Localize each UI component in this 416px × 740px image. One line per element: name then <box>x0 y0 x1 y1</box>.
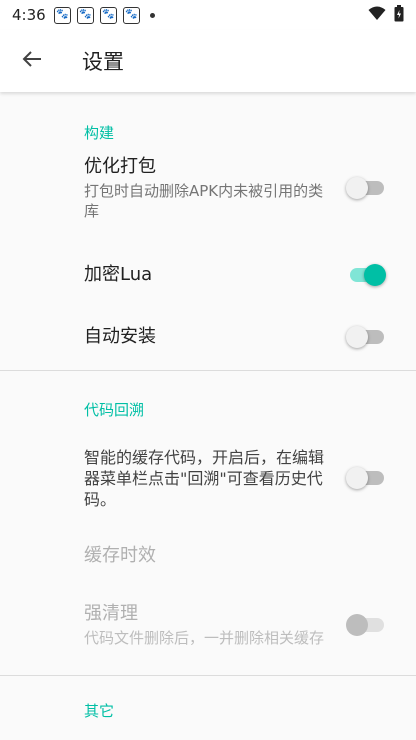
more-notifications-dot <box>149 12 155 18</box>
battery-icon <box>394 4 404 26</box>
section-header-other: 其它 <box>84 701 115 720</box>
smart-cache-switch[interactable] <box>346 464 386 492</box>
paw-icon: 🐾 <box>99 6 117 24</box>
pref-force-clean: 强清理 代码文件删除后，一并删除相关缓存 <box>0 589 416 661</box>
pref-encrypt-lua[interactable]: 加密Lua <box>0 243 416 307</box>
arrow-back-icon <box>22 49 42 73</box>
pref-summary: 智能的缓存代码，开启后，在编辑器菜单栏点击"回溯"可查看历史代码。 <box>84 447 325 509</box>
paw-icon: 🐾 <box>53 6 71 24</box>
optimize-pack-switch[interactable] <box>346 174 386 202</box>
pref-summary: 打包时自动删除APK内未被引用的类库 <box>84 182 324 220</box>
pref-cache-expiry: 缓存时效 <box>0 519 416 593</box>
pref-smart-cache[interactable]: 智能的缓存代码，开启后，在编辑器菜单栏点击"回溯"可查看历史代码。 <box>0 443 416 513</box>
pref-title: 强清理 <box>84 603 138 624</box>
pref-auto-install[interactable]: 自动安装 <box>0 307 416 367</box>
paw-icon: 🐾 <box>76 6 94 24</box>
settings-list[interactable]: 构建 优化打包 打包时自动删除APK内未被引用的类库 加密Lua 自动安装 代码… <box>0 92 416 740</box>
pref-title: 自动安装 <box>84 326 156 347</box>
back-button[interactable] <box>12 41 52 81</box>
status-bar: 4:36 🐾 🐾 🐾 🐾 <box>0 0 416 30</box>
pref-title: 加密Lua <box>84 264 153 285</box>
encrypt-lua-switch[interactable] <box>348 261 386 289</box>
paw-icon: 🐾 <box>122 6 140 24</box>
pref-title: 缓存时效 <box>84 545 156 566</box>
app-bar: 设置 <box>0 30 416 92</box>
section-header-code-rollback: 代码回溯 <box>84 400 145 419</box>
page-title: 设置 <box>82 50 124 74</box>
pref-summary: 代码文件删除后，一并删除相关缓存 <box>84 629 325 647</box>
wifi-icon <box>368 6 386 25</box>
pref-title: 优化打包 <box>84 156 156 177</box>
force-clean-switch <box>346 611 386 639</box>
pref-optimize-pack[interactable]: 优化打包 打包时自动删除APK内未被引用的类库 <box>0 152 416 224</box>
status-time: 4:36 <box>12 6 46 24</box>
auto-install-switch[interactable] <box>346 323 386 351</box>
